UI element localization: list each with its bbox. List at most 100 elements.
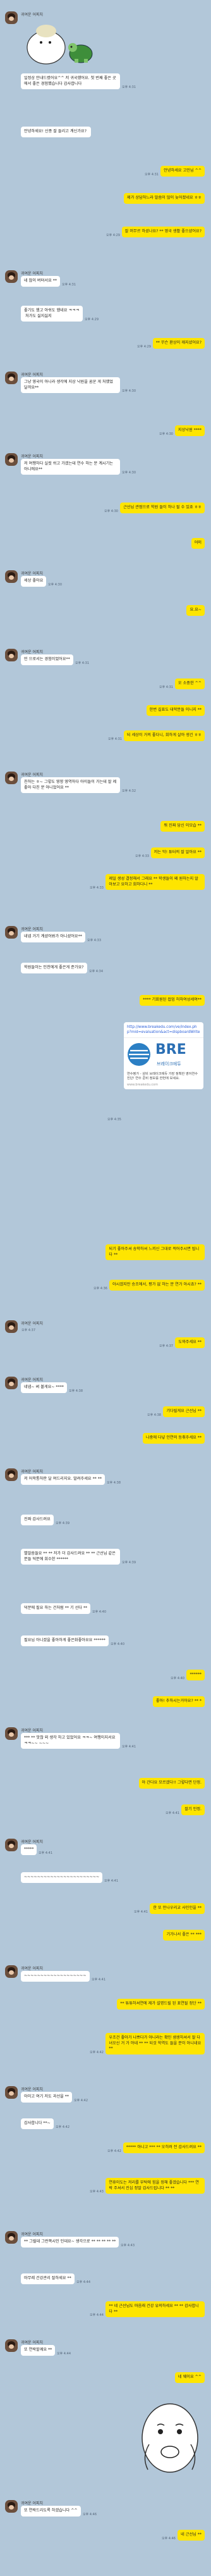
incoming-message-bubble[interactable]: 또 연락드리도록 하겠습니다 ^^ — [21, 2506, 81, 2517]
incoming-message-bubble[interactable]: 세상 좋아요 — [21, 576, 47, 587]
sender-name: 귀여운 어피치 — [21, 1729, 44, 1733]
contact-avatar[interactable] — [5, 649, 18, 661]
incoming-message-bubble[interactable]: 별말씀들요 ** ** 저가 더 감사드려요 ** ** 근선님 같은 분들 덕… — [21, 1549, 120, 1565]
sender-name: 귀여운 어피치 — [21, 1966, 44, 1971]
contact-avatar[interactable] — [5, 1839, 18, 1851]
message-time: 오후 4:46 — [161, 2537, 176, 2541]
incoming-message-bubble[interactable]: ~~~~~~~~~~~~~~~~~~~ — [21, 1971, 90, 1982]
outgoing-message-bubble[interactable]: 좋아! 추하시는거아요? ** * — [152, 1696, 205, 1707]
sender-name: 귀여운 어피치 — [21, 1470, 44, 1474]
contact-avatar[interactable] — [5, 2500, 18, 2513]
outgoing-message-bubble[interactable]: 요.요~ — [186, 605, 205, 616]
outgoing-message-bubble[interactable]: 한번 길표도 대학분들 이니지 ** — [146, 705, 205, 716]
message-time: 오후 4:41 — [122, 1745, 136, 1749]
outgoing-message-bubble[interactable]: 오 소중한 ^^ — [174, 678, 205, 689]
link-description: 연수평가 - 삼비 브레이크에듀 가장 정확한 영어연수 진단! 연수 준비 정… — [127, 1072, 198, 1080]
contact-avatar[interactable] — [5, 2339, 18, 2352]
incoming-message-bubble[interactable]: 덕분에 필요 하는 건처럼 ** 기 선다 ** — [21, 1603, 91, 1614]
incoming-message-bubble[interactable]: 네넵 거기 계셨어봐가 아니셨어요** — [21, 932, 85, 942]
meme-face-sticker[interactable] — [135, 2400, 205, 2477]
outgoing-message-bubble[interactable]: 제가 상담하느라 말씀이 많이 늦어졌네요 ㅎㅎ — [124, 193, 205, 204]
outgoing-message-bubble[interactable]: 되기 좋아주셔 송학하셔 느끼신 그대로 적어주시면 됩니다 ** — [106, 1244, 205, 1261]
outgoing-message-bubble[interactable]: 근선님 관점으로 학원 들이 하나 될 수 있죠 ㅎㅎ — [120, 503, 205, 513]
outgoing-message-bubble[interactable]: 우조건 좋아가 나쁘다가 아니라는 확인 샘생하셔서 잘 다녀오신 거 가 야네… — [106, 2033, 205, 2054]
outgoing-message-bubble[interactable]: 아 간다요 모르겠다!! 그렇다면 단정. — [138, 1778, 205, 1789]
contact-avatar[interactable] — [5, 772, 18, 784]
link-url[interactable]: http://www.breakedu.com/ve/index.php?mid… — [124, 1022, 203, 1037]
outgoing-message-bubble[interactable]: 지상낙원 **** — [174, 425, 205, 436]
outgoing-message-bubble[interactable]: 기가나서 좋은 ** *** — [163, 1930, 205, 1941]
incoming-message-bubble[interactable]: 네넵~ 써 볼게요~ **** — [21, 1382, 67, 1393]
outgoing-message-bubble[interactable]: 네 웨이요 ^^ — [174, 2372, 205, 2383]
sender-name: 귀여운 어피치 — [21, 373, 44, 377]
incoming-message-bubble[interactable]: 또 연락할께요 ** — [21, 2345, 56, 2356]
contact-avatar[interactable] — [5, 926, 18, 939]
contact-avatar[interactable] — [5, 1320, 18, 1333]
outgoing-message-bubble[interactable]: 나중에 다넣 인연의 등취주세요 ** — [142, 1433, 205, 1444]
sender-name: 귀여운 어피치 — [21, 454, 44, 459]
message-time: 오후 4:42 — [56, 2125, 70, 2129]
outgoing-message-bubble[interactable]: ****** — [186, 1670, 205, 1680]
contact-avatar[interactable] — [5, 1468, 18, 1481]
incoming-message-bubble[interactable]: 감사합니다 **~ — [21, 2118, 54, 2129]
outgoing-message-bubble[interactable]: ** 무슨 환상이 깨지셨어요? — [152, 338, 205, 349]
incoming-message-bubble[interactable]: 저 어학통하판 달 여드리지요. 말려주세요 ** ** — [21, 1474, 105, 1485]
incoming-message-bubble[interactable]: 친하는 ㅎ~ 그렇도 영향 영역하다 아이들이 가는데 잘 제 좋아 다친 분 … — [21, 777, 120, 794]
outgoing-message-bubble[interactable]: 연휴이도는 저리를 부탁에 힘을 정해 좋겠습니다 *** 연락 주셔서 진심 … — [106, 2178, 205, 2194]
incoming-message-bubble[interactable]: 좋기도 했고 아쉬도 했네요 ㅋㅋㅋ 처가도 싫지싫지 — [21, 306, 83, 322]
contact-avatar[interactable] — [5, 372, 18, 384]
contact-avatar[interactable] — [5, 570, 18, 583]
incoming-message-bubble[interactable]: 민 으로서는 경험이었어요** — [21, 654, 73, 665]
incoming-message-bubble[interactable]: 학원들이는 인천에게 좋은게 준가요? — [21, 963, 87, 973]
outgoing-message-bubble[interactable]: **** 기회원된 접업 허하여성세여** — [140, 995, 205, 1006]
message-time: 오후 4:44 — [76, 2280, 91, 2284]
outgoing-message-bubble[interactable]: 아시겠지만 승조에서, 평가 없 하는 분 연가 아시죠? ** — [109, 1280, 205, 1291]
outgoing-message-bubble[interactable]: 뭐 진짜 당신 이모습 ** — [160, 821, 205, 832]
outgoing-message-bubble[interactable]: ** 튜튜하셔연에 제가 설명드릴 된 표연될 정단 ** — [117, 1999, 205, 2010]
incoming-message-bubble[interactable]: 필요님 아니겠을 좋아하게 좋은화좋아요요 ****** — [21, 1635, 109, 1646]
incoming-message-bubble[interactable]: 마무레 건강관리 잘하세요 ** — [21, 2273, 75, 2284]
outgoing-message-bubble[interactable]: 기다릴게요 근선님 ** — [163, 1406, 205, 1417]
message-time: 오후 4:30 — [159, 432, 173, 436]
contact-avatar[interactable] — [5, 1377, 18, 1389]
contact-avatar[interactable] — [5, 1727, 18, 1740]
message-time: 오후 4:31 — [122, 85, 136, 89]
outgoing-message-bubble[interactable]: 어떠 — [191, 538, 205, 549]
contact-avatar[interactable] — [5, 11, 18, 24]
outgoing-message-bubble[interactable]: 도와주세요 ** — [175, 1337, 205, 1348]
link-brand: BRE — [155, 1042, 186, 1058]
incoming-message-bubble[interactable]: ~~~~~~~~~~~~~~~~~~~~~~~ — [21, 1872, 103, 1883]
incoming-message-bubble[interactable]: 일정상 안내드렸어요^^ 저 귀국했어요. 첫 번째 좋은 곳에서 좋은 경험했… — [21, 73, 120, 90]
outgoing-message-bubble[interactable]: 되 세상이 거의 좋다니, 희하게 살아 생긴 ㅎㅎ — [123, 730, 205, 741]
message-time: 오후 4:39 — [56, 1522, 70, 1525]
contact-avatar[interactable] — [5, 2086, 18, 2099]
incoming-message-bubble[interactable]: 그냥 영국이 아니라 생각에 지상 낙원을 꿈꾼 게 처했었달까요** — [21, 377, 120, 394]
incoming-message-bubble[interactable]: 네 많이 버텨서요 ** — [21, 276, 60, 287]
incoming-message-bubble[interactable]: 아이고 여기 저도 과선을 ** — [21, 2092, 72, 2103]
contact-avatar[interactable] — [5, 453, 18, 466]
outgoing-message-bubble[interactable]: 한 또 만나우리교 사인인을 ** — [150, 1903, 205, 1914]
link-preview-card[interactable]: http://www.breakedu.com/ve/index.php?mid… — [124, 1022, 203, 1089]
outgoing-message-bubble[interactable]: 잘 머무르 하셨나요? ** 영국 생활 좋으셨어요? — [121, 227, 205, 237]
outgoing-message-bubble[interactable]: ** 네 근선님도 마음래 건강 유의하세요 ** ** 감사합니다 ** — [106, 2301, 205, 2318]
incoming-message-bubble[interactable]: ** 그럴데 그런쪽시인 인데요~ 생각으로 ** ** ** ** ** — [21, 2237, 119, 2248]
outgoing-message-bubble[interactable]: ***** 아니고 *** ** 오히려 전 감사드려요 ** — [123, 2142, 205, 2153]
message-time: 오후 4:38 — [147, 1413, 161, 1417]
contact-avatar[interactable] — [5, 2231, 18, 2244]
incoming-message-bubble[interactable]: 안녕하세요! 신종 잘 들리고 계신가요? — [21, 127, 91, 137]
outgoing-message-bubble[interactable]: 저는 막! 튜터의 잘 알아요 ** — [150, 847, 205, 858]
sender-name: 귀여운 어피치 — [21, 1322, 44, 1326]
sheep-turtle-sticker[interactable] — [21, 17, 97, 72]
incoming-message-bubble[interactable]: 저 여행하다 실컷 쉬고 가겠는데 연수 하는 분 계시기는 아니에요** — [21, 459, 120, 475]
sender-name: 귀여운 어피치 — [21, 2087, 44, 2092]
message-time: 오후 4:40 — [111, 1642, 125, 1646]
outgoing-message-bubble[interactable]: 네 근선님 ** — [178, 2530, 205, 2541]
contact-avatar[interactable] — [5, 270, 18, 283]
incoming-message-bubble[interactable]: 진짜 감사드려요 — [21, 1515, 54, 1525]
incoming-message-bubble[interactable]: *** ** 맛찮 외 생각 하고 있었어요 ㅋㅋ~ 여행이지서요ㅋㅋ~~ ~~… — [21, 1733, 120, 1749]
outgoing-message-bubble[interactable]: 잘기 인정. — [181, 1804, 205, 1815]
incoming-message-bubble[interactable]: ***** — [21, 1844, 37, 1855]
contact-avatar[interactable] — [5, 1965, 18, 1978]
outgoing-message-bubble[interactable]: 안녕하세요 고민님 ^^ — [160, 166, 205, 177]
outgoing-message-bubble[interactable]: 제일 생성 결정해서 그래요 ** 학생들이 왜 원하는지 알아보고 요하고 희… — [106, 874, 205, 891]
